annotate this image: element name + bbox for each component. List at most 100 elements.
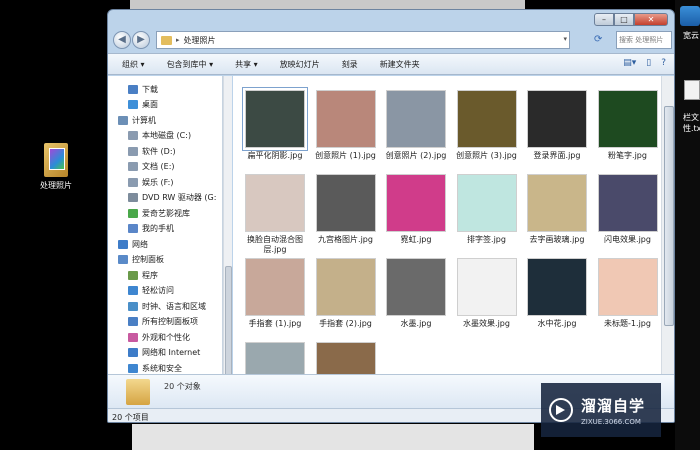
file-tile[interactable]: 未标题-1.jpg	[593, 258, 663, 329]
close-button[interactable]: ✕	[634, 13, 668, 26]
search-input[interactable]: 搜索 处理照片	[616, 31, 672, 49]
file-thumbnail	[315, 90, 376, 148]
nav-item-icon	[128, 270, 138, 280]
desktop-edge-app-icon[interactable]	[680, 6, 700, 26]
file-tile[interactable]: 手指套 (2).jpg	[311, 258, 381, 329]
address-bar[interactable]: ▸ 处理照片 ▾	[156, 31, 570, 49]
file-name: 霓虹.jpg	[400, 235, 432, 244]
back-button[interactable]: ◀	[113, 31, 131, 49]
toolbar-burn[interactable]: 刻录	[342, 59, 358, 70]
desktop-folder-shortcut[interactable]: 处理照片	[36, 143, 76, 191]
file-tile[interactable]	[240, 342, 310, 374]
nav-item-icon	[118, 255, 128, 264]
file-name: 水墨.jpg	[400, 319, 432, 328]
refresh-icon[interactable]: ⟳	[594, 34, 602, 45]
toolbar-share[interactable]: 共享 ▾	[235, 59, 258, 70]
file-tile[interactable]: 创意照片 (1).jpg	[311, 90, 381, 161]
nav-item[interactable]: 程序	[128, 268, 158, 282]
file-tile[interactable]: 扁平化阴影.jpg	[240, 87, 310, 161]
nav-item[interactable]: 软件 (D:)	[128, 144, 176, 158]
file-thumbnail	[527, 174, 587, 232]
file-name: 粉笔字.jpg	[608, 151, 647, 160]
file-thumbnail	[527, 90, 587, 148]
file-thumbnail	[597, 174, 658, 232]
desktop-edge-label-1: 宽云	[683, 31, 699, 40]
nav-item-icon	[128, 100, 138, 109]
file-view-scrollbar[interactable]	[661, 76, 674, 374]
nav-item[interactable]: 文档 (E:)	[128, 160, 175, 174]
file-tile[interactable]: 手指套 (1).jpg	[240, 258, 310, 329]
maximize-button[interactable]: □	[614, 13, 634, 26]
nav-item-label: 桌面	[142, 100, 158, 109]
desktop-edge-label-2: 栏文	[683, 113, 699, 122]
file-thumbnail	[456, 174, 517, 232]
file-tile[interactable]: 排字签.jpg	[452, 174, 522, 245]
nav-item[interactable]: 所有控制面板项	[128, 315, 198, 329]
desktop-strip-top	[130, 0, 525, 9]
file-tile[interactable]: 换脸自动混合图层.jpg	[240, 174, 310, 255]
nav-item-icon	[128, 317, 138, 326]
file-tile[interactable]: 闪电效果.jpg	[593, 174, 663, 245]
toolbar-organize[interactable]: 组织 ▾	[122, 59, 145, 70]
address-bar-row: ◀ ▶ ▸ 处理照片 ▾ ⟳ 搜索 处理照片	[108, 28, 674, 52]
file-tile[interactable]: 霓虹.jpg	[381, 174, 451, 245]
nav-item-icon	[128, 332, 138, 342]
help-icon[interactable]: ?	[661, 58, 666, 68]
nav-item[interactable]: 我的手机	[128, 222, 174, 236]
nav-item[interactable]: 外观和个性化	[128, 330, 190, 344]
nav-item[interactable]: 本地磁盘 (C:)	[128, 129, 191, 143]
toolbar-slideshow[interactable]: 放映幻灯片	[280, 59, 320, 70]
file-tile[interactable]: 登录界面.jpg	[522, 90, 592, 161]
folder-icon	[161, 35, 172, 45]
desktop-icon-label: 处理照片	[40, 181, 72, 190]
file-name: 手指套 (2).jpg	[319, 319, 372, 328]
file-view-scroll-thumb[interactable]	[664, 106, 674, 326]
nav-item[interactable]: 娱乐 (F:)	[128, 175, 173, 189]
navigation-scrollbar[interactable]	[223, 76, 232, 398]
window-controls: – □ ✕	[594, 13, 668, 26]
minimize-button[interactable]: –	[594, 13, 614, 26]
nav-item-icon	[128, 363, 138, 373]
forward-button[interactable]: ▶	[132, 31, 150, 49]
nav-item-label: DVD RW 驱动器 (G:	[142, 193, 217, 202]
navigation-scroll-thumb[interactable]	[225, 266, 232, 376]
nav-item-label: 控制面板	[132, 255, 164, 264]
toolbar-include-in-library[interactable]: 包含到库中 ▾	[167, 59, 214, 70]
toolbar-new-folder[interactable]: 新建文件夹	[380, 59, 420, 70]
nav-item[interactable]: 时钟、语言和区域	[128, 299, 206, 313]
nav-item-label: 计算机	[132, 115, 156, 125]
file-tile[interactable]	[311, 342, 381, 374]
file-tile[interactable]: 水墨效果.jpg	[452, 258, 522, 329]
nav-item-icon	[128, 301, 138, 311]
file-thumbnail	[315, 342, 376, 374]
nav-item[interactable]: 控制面板	[118, 253, 164, 267]
file-thumbnail	[315, 258, 376, 316]
file-tile[interactable]: 去字画玻璃.jpg	[522, 174, 592, 245]
nav-item-label: 外观和个性化	[142, 332, 190, 342]
view-options-icon[interactable]: ▤▾	[623, 58, 636, 68]
file-tile[interactable]: 创意照片 (3).jpg	[452, 90, 522, 161]
nav-item[interactable]: DVD RW 驱动器 (G:	[128, 191, 216, 205]
details-object-count: 20 个对象	[164, 382, 201, 391]
file-name: 闪电效果.jpg	[604, 235, 651, 244]
nav-item[interactable]: 网络	[118, 237, 148, 251]
nav-item[interactable]: 轻松访问	[128, 284, 174, 298]
nav-item[interactable]: 下载	[128, 82, 158, 96]
desktop-edge-document-icon[interactable]	[684, 80, 700, 100]
file-thumbnail	[315, 174, 376, 232]
nav-item[interactable]: 爱奇艺影视库	[128, 206, 190, 220]
address-dropdown-icon[interactable]: ▾	[563, 35, 567, 43]
file-name: 九宫格图片.jpg	[318, 235, 373, 244]
breadcrumb-folder[interactable]: 处理照片	[184, 35, 216, 46]
file-tile[interactable]: 九宫格图片.jpg	[311, 174, 381, 245]
nav-item[interactable]: 网络和 Internet	[128, 346, 200, 360]
file-tile[interactable]: 粉笔字.jpg	[593, 90, 663, 161]
nav-item[interactable]: 计算机	[118, 113, 156, 127]
file-tile[interactable]: 水墨.jpg	[381, 258, 451, 329]
preview-pane-icon[interactable]: ▯	[646, 58, 651, 68]
file-tile[interactable]: 创意照片 (2).jpg	[381, 90, 451, 161]
nav-item[interactable]: 系统和安全	[128, 361, 182, 375]
file-tile[interactable]: 水中花.jpg	[522, 258, 592, 329]
nav-item[interactable]: 桌面	[128, 98, 158, 112]
nav-item-icon	[128, 193, 138, 202]
